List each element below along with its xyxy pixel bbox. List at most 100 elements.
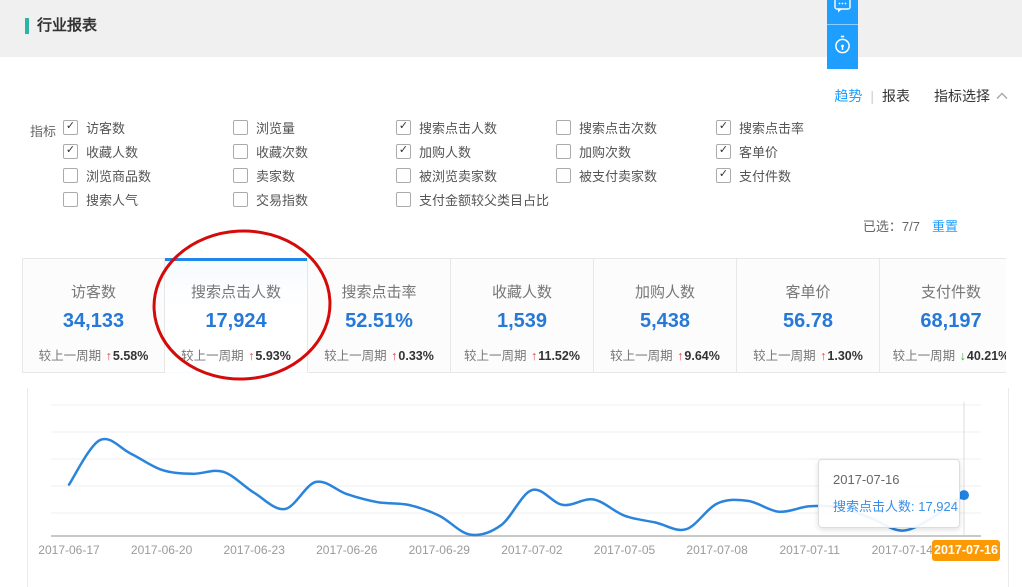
metric-card-tab[interactable]: 搜索点击率 52.51% 较上一周期 ↑0.33%: [308, 258, 451, 373]
checkbox-icon[interactable]: ✓: [63, 120, 78, 135]
checkbox-icon[interactable]: ✓: [63, 168, 78, 183]
metric-checkbox-item[interactable]: ✓ 被浏览卖家数: [396, 163, 549, 187]
metric-checkbox-item[interactable]: ✓ 收藏人数: [63, 139, 151, 163]
change-percent: 0.33%: [398, 349, 433, 363]
tab-trend[interactable]: 趋势: [834, 86, 862, 106]
trend-line-chart[interactable]: 2017-06-17 2017-06-20 2017-06-23 2017-06…: [27, 388, 1009, 587]
metric-checkbox-item[interactable]: ✓ 访客数: [63, 115, 151, 139]
metric-card-title: 收藏人数: [451, 281, 593, 302]
checkbox-icon[interactable]: ✓: [716, 168, 731, 183]
metric-checkbox-item[interactable]: ✓ 收藏次数: [233, 139, 308, 163]
metric-checkbox-item[interactable]: ✓ 客单价: [716, 139, 804, 163]
change-percent: 40.21%: [967, 349, 1006, 363]
metric-card-title: 支付件数: [880, 281, 1006, 302]
metric-card-title: 加购人数: [594, 281, 736, 302]
change-percent: 5.58%: [113, 349, 148, 363]
chart-tooltip: 2017-07-16 搜索点击人数: 17,924: [818, 459, 960, 528]
checkbox-icon[interactable]: ✓: [233, 144, 248, 159]
metric-card-value: 68,197: [880, 310, 1006, 333]
checkbox-icon[interactable]: ✓: [396, 168, 411, 183]
metric-select-toggle[interactable]: 指标选择: [934, 86, 990, 106]
checkbox-icon[interactable]: ✓: [396, 144, 411, 159]
metric-checkbox-item[interactable]: ✓ 交易指数: [233, 187, 308, 211]
check-mark-icon: ✓: [66, 145, 75, 156]
metric-checkbox-item[interactable]: ✓ 支付金额较父类目占比: [396, 187, 549, 211]
metric-card-tab[interactable]: 收藏人数 1,539 较上一周期 ↑11.52%: [451, 258, 594, 373]
checkbox-label: 搜索点击人数: [419, 118, 497, 137]
chevron-up-icon[interactable]: [996, 92, 1008, 100]
chat-button[interactable]: [827, 0, 858, 24]
checkbox-icon[interactable]: ✓: [63, 192, 78, 207]
change-percent: 9.64%: [684, 349, 719, 363]
compare-label: 较上一周期: [610, 349, 676, 363]
metric-checkbox-item[interactable]: ✓ 支付件数: [716, 163, 804, 187]
metric-checkbox-item[interactable]: ✓ 搜索点击人数: [396, 115, 549, 139]
checkbox-icon[interactable]: ✓: [233, 168, 248, 183]
metric-cards-strip: 访客数 34,133 较上一周期 ↑5.58% 搜索点击人数 17,924 较上…: [22, 258, 1006, 374]
check-mark-icon: ✓: [719, 169, 728, 180]
metric-checkbox-item[interactable]: ✓ 加购次数: [556, 139, 657, 163]
metric-checkbox-item[interactable]: ✓ 搜索点击次数: [556, 115, 657, 139]
checkbox-icon[interactable]: ✓: [556, 168, 571, 183]
check-mark-icon: ✓: [399, 121, 408, 132]
metric-card-tab[interactable]: 访客数 34,133 较上一周期 ↑5.58%: [22, 258, 165, 373]
tab-report[interactable]: 报表: [882, 86, 910, 106]
metric-card-tab[interactable]: 搜索点击人数 17,924 较上一周期 ↑5.93%: [165, 258, 308, 373]
x-axis-label: 2017-06-20: [116, 543, 208, 557]
metrics-panel-label: 指标: [30, 121, 56, 140]
metric-card-tab[interactable]: 支付件数 68,197 较上一周期 ↓40.21%: [880, 258, 1006, 373]
checkbox-icon[interactable]: ✓: [716, 144, 731, 159]
change-percent: 11.52%: [538, 349, 580, 363]
metric-card-tab[interactable]: 加购人数 5,438 较上一周期 ↑9.64%: [594, 258, 737, 373]
metric-card-value: 56.78: [737, 310, 879, 333]
metric-checkbox-item[interactable]: ✓ 卖家数: [233, 163, 308, 187]
metric-card-delta: 较上一周期 ↓40.21%: [880, 345, 1006, 364]
tooltip-date: 2017-07-16: [833, 472, 945, 487]
metric-card-delta: 较上一周期 ↑5.58%: [23, 345, 164, 364]
checkbox-icon[interactable]: ✓: [63, 144, 78, 159]
checkbox-icon[interactable]: ✓: [556, 144, 571, 159]
x-axis-label: 2017-07-05: [579, 543, 671, 557]
metric-checkbox-item[interactable]: ✓ 加购人数: [396, 139, 549, 163]
trend-arrow-icon: ↑: [248, 349, 254, 363]
checkbox-label: 加购人数: [419, 142, 471, 161]
metric-card-title: 客单价: [737, 281, 879, 302]
metric-card-delta: 较上一周期 ↑11.52%: [451, 345, 593, 364]
checkbox-column: ✓ 访客数 ✓ 收藏人数 ✓ 浏览商品数 ✓ 搜索人气: [63, 115, 151, 211]
trend-arrow-icon: ↓: [960, 349, 966, 363]
chat-bubble-icon: [833, 0, 852, 20]
metric-checkbox-item[interactable]: ✓ 搜索人气: [63, 187, 151, 211]
metric-card-tab[interactable]: 客单价 56.78 较上一周期 ↑1.30%: [737, 258, 880, 373]
hovered-point-dot[interactable]: [959, 490, 969, 500]
floating-toolbar: [827, 0, 858, 69]
checkbox-icon[interactable]: ✓: [233, 120, 248, 135]
checkbox-icon[interactable]: ✓: [396, 192, 411, 207]
checkbox-label: 卖家数: [256, 166, 295, 185]
compare-label: 较上一周期: [324, 349, 390, 363]
checkbox-label: 收藏人数: [86, 142, 138, 161]
x-axis-label: 2017-06-17: [23, 543, 115, 557]
checkbox-icon[interactable]: ✓: [716, 120, 731, 135]
reset-link[interactable]: 重置: [932, 216, 958, 235]
x-axis-label: 2017-06-26: [301, 543, 393, 557]
checkbox-icon[interactable]: ✓: [556, 120, 571, 135]
timer-button[interactable]: [827, 24, 858, 69]
checkbox-icon[interactable]: ✓: [396, 120, 411, 135]
metric-card-value: 17,924: [165, 310, 307, 333]
metric-checkbox-item[interactable]: ✓ 浏览商品数: [63, 163, 151, 187]
metric-checkbox-item[interactable]: ✓ 浏览量: [233, 115, 308, 139]
x-axis-label: 2017-06-29: [393, 543, 485, 557]
trend-arrow-icon: ↑: [531, 349, 537, 363]
top-bar: 行业报表: [0, 0, 1022, 57]
compare-label: 较上一周期: [39, 349, 105, 363]
metric-card-value: 52.51%: [308, 310, 450, 333]
metric-checkbox-item[interactable]: ✓ 被支付卖家数: [556, 163, 657, 187]
metric-card-title: 搜索点击率: [308, 281, 450, 302]
metric-checkbox-item[interactable]: ✓ 搜索点击率: [716, 115, 804, 139]
check-mark-icon: ✓: [719, 145, 728, 156]
checkbox-label: 加购次数: [579, 142, 631, 161]
highlighted-date-badge[interactable]: 2017-07-16: [932, 540, 1000, 561]
checkbox-column: ✓ 搜索点击人数 ✓ 加购人数 ✓ 被浏览卖家数 ✓ 支付金额较父类目占比: [396, 115, 549, 211]
checkbox-label: 浏览量: [256, 118, 295, 137]
checkbox-icon[interactable]: ✓: [233, 192, 248, 207]
